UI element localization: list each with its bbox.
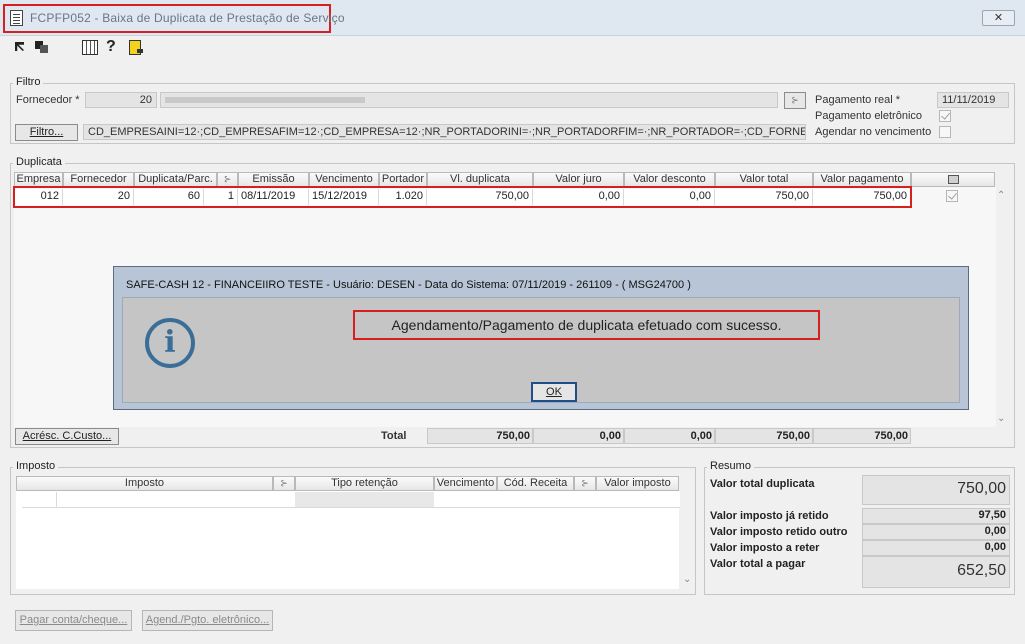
col-emissao[interactable]: Emissão <box>238 172 309 187</box>
col-valor-juro[interactable]: Valor juro <box>533 172 624 187</box>
imposto-title: Imposto <box>13 460 59 472</box>
col-valor-pagamento[interactable]: Valor pagamento <box>813 172 911 187</box>
resumo-imposto-outro-label: Valor imposto retido outro <box>710 526 848 538</box>
agendar-checkbox[interactable] <box>939 126 951 138</box>
col-imposto[interactable]: Imposto <box>16 476 273 491</box>
col-duplicata[interactable]: Duplicata/Parc. <box>134 172 217 187</box>
col-valor-total[interactable]: Valor total <box>715 172 813 187</box>
pagamento-eletronico-checkbox[interactable] <box>939 110 951 122</box>
total-valor-pagamento: 750,00 <box>813 428 911 444</box>
col-vencimento[interactable]: Vencimento <box>309 172 379 187</box>
total-valor-juro: 0,00 <box>533 428 624 444</box>
document-icon <box>10 10 23 26</box>
row-highlight <box>13 186 912 208</box>
multi-arrow-icon[interactable] <box>34 40 50 54</box>
lookup-icon: ⊱ <box>791 95 799 105</box>
col-portador[interactable]: Portador <box>379 172 427 187</box>
pagamento-eletronico-label: Pagamento eletrônico <box>815 110 923 122</box>
sort-icon: ⊱ <box>280 478 288 488</box>
resumo-total-duplicata-label: Valor total duplicata <box>710 478 815 490</box>
total-vl-duplicata: 750,00 <box>427 428 533 444</box>
agendar-label: Agendar no vencimento <box>815 126 932 138</box>
resumo-total-pagar-label: Valor total a pagar <box>710 558 806 570</box>
row-select-checkbox[interactable] <box>946 190 958 202</box>
fornecedor-name-field[interactable] <box>160 92 778 108</box>
col-cod-sort[interactable]: ⊱ <box>574 476 596 491</box>
dialog-body: i Agendamento/Pagamento de duplicata efe… <box>122 297 960 403</box>
col-tipo-retencao[interactable]: Tipo retenção <box>295 476 434 491</box>
select-all-icon <box>947 175 959 184</box>
exit-icon[interactable] <box>128 40 144 55</box>
resumo-imposto-reter-value: 0,00 <box>862 540 1010 556</box>
total-valor-desconto: 0,00 <box>624 428 715 444</box>
fornecedor-code-field[interactable]: 20 <box>85 92 157 108</box>
col-vl-duplicata[interactable]: Vl. duplicata <box>427 172 533 187</box>
resumo-imposto-outro-value: 0,00 <box>862 524 1010 540</box>
col-parc-sort[interactable]: ⊱ <box>217 172 238 187</box>
acresc-ccusto-button[interactable]: Acrésc. C.Custo... <box>15 428 119 445</box>
total-valor-total: 750,00 <box>715 428 813 444</box>
duplicata-title: Duplicata <box>13 156 65 168</box>
sort-icon: ⊱ <box>581 478 589 488</box>
col-imp-vencimento[interactable]: Vencimento <box>434 476 497 491</box>
calculator-icon[interactable] <box>82 40 98 55</box>
total-label: Total <box>381 430 407 442</box>
help-icon[interactable]: ? <box>106 38 116 55</box>
scroll-down-icon[interactable]: ⌄ <box>997 413 1005 424</box>
col-empresa[interactable]: Empresa <box>14 172 63 187</box>
ok-button[interactable]: OK <box>531 382 577 402</box>
redacted-name <box>165 97 365 103</box>
resumo-total-pagar-value: 652,50 <box>862 556 1010 588</box>
imposto-empty-row[interactable] <box>22 492 680 508</box>
resumo-imposto-reter-label: Valor imposto a reter <box>710 542 820 554</box>
fornecedor-label: Fornecedor * <box>16 94 80 106</box>
resumo-imposto-retido-value: 97,50 <box>862 508 1010 524</box>
message-dialog: SAFE-CASH 12 - FINANCEIIRO TESTE - Usuár… <box>113 266 969 410</box>
close-button[interactable]: ✕ <box>982 10 1015 26</box>
col-valor-desconto[interactable]: Valor desconto <box>624 172 715 187</box>
resumo-imposto-retido-label: Valor imposto já retido <box>710 510 829 522</box>
info-icon: i <box>145 318 195 368</box>
dialog-title: SAFE-CASH 12 - FINANCEIIRO TESTE - Usuár… <box>126 279 691 291</box>
fornecedor-search-button[interactable]: ⊱ <box>784 92 806 109</box>
filtro-button[interactable]: Filtro... <box>15 124 78 141</box>
col-select[interactable] <box>911 172 995 187</box>
arrow-icon[interactable] <box>14 40 30 54</box>
filter-text-field[interactable]: CD_EMPRESAINI=12·;CD_EMPRESAFIM=12·;CD_E… <box>83 124 806 140</box>
pagamento-real-label: Pagamento real * <box>815 94 900 106</box>
pagamento-real-field[interactable]: 11/11/2019 <box>937 92 1009 108</box>
scroll-up-icon[interactable]: ⌃ <box>997 190 1005 201</box>
dialog-message: Agendamento/Pagamento de duplicata efetu… <box>353 310 820 340</box>
col-imposto-sort[interactable]: ⊱ <box>273 476 295 491</box>
resumo-title: Resumo <box>707 460 754 472</box>
agend-pgto-button[interactable]: Agend./Pgto. eletrônico... <box>142 610 273 631</box>
col-valor-imposto[interactable]: Valor imposto <box>596 476 679 491</box>
col-cod-receita[interactable]: Cód. Receita <box>497 476 574 491</box>
sort-icon: ⊱ <box>223 174 232 184</box>
imposto-scroll-down-icon[interactable]: ⌄ <box>683 574 691 585</box>
resumo-total-duplicata-value: 750,00 <box>862 475 1010 505</box>
filtro-title: Filtro <box>13 76 44 88</box>
col-fornecedor[interactable]: Fornecedor <box>63 172 134 187</box>
pagar-conta-button[interactable]: Pagar conta/cheque... <box>15 610 132 631</box>
window-title: FCPFP052 - Baixa de Duplicata de Prestaç… <box>30 11 345 25</box>
